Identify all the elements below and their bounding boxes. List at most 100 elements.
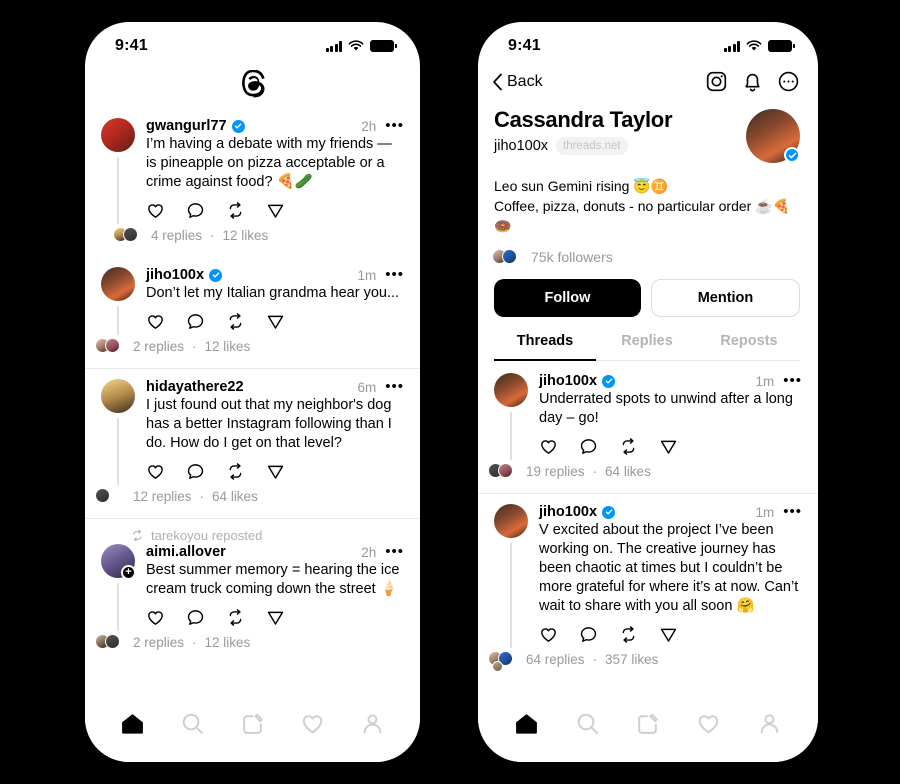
- share-icon[interactable]: [266, 312, 285, 331]
- like-icon[interactable]: [146, 201, 165, 220]
- post-footer[interactable]: 2 replies · 12 likes: [95, 631, 404, 660]
- like-icon[interactable]: [146, 312, 165, 331]
- likes-count[interactable]: 12 likes: [205, 635, 251, 650]
- threads-logo-icon[interactable]: [85, 64, 420, 108]
- repost-icon[interactable]: [226, 608, 245, 627]
- search-icon[interactable]: [575, 711, 600, 736]
- post-more-icon[interactable]: •••: [783, 504, 802, 519]
- follow-button[interactable]: Follow: [494, 279, 641, 317]
- home-icon[interactable]: [120, 711, 145, 736]
- comment-icon[interactable]: [186, 462, 205, 481]
- like-icon[interactable]: [539, 625, 558, 644]
- repost-icon[interactable]: [619, 437, 638, 456]
- comment-icon[interactable]: [579, 625, 598, 644]
- comment-icon[interactable]: [186, 608, 205, 627]
- share-icon[interactable]: [659, 437, 678, 456]
- likes-count[interactable]: 64 likes: [605, 464, 651, 479]
- avatar[interactable]: [101, 379, 135, 413]
- profile-icon[interactable]: [757, 711, 782, 736]
- bell-icon[interactable]: [741, 70, 764, 93]
- feed-list[interactable]: gwangurl77 2h ••• I’m having a debate wi…: [85, 108, 420, 701]
- avatar[interactable]: [494, 504, 528, 538]
- post-username[interactable]: aimi.allover: [146, 544, 226, 560]
- post-footer[interactable]: 4 replies · 12 likes: [95, 224, 404, 253]
- likes-count[interactable]: 12 likes: [223, 228, 269, 243]
- post-more-icon[interactable]: •••: [385, 379, 404, 394]
- post-footer[interactable]: 2 replies · 12 likes: [95, 335, 404, 364]
- network-chip[interactable]: threads.net: [556, 137, 628, 155]
- replies-count[interactable]: 12 replies: [133, 489, 192, 504]
- status-icons: [325, 40, 397, 52]
- repost-icon[interactable]: [226, 201, 245, 220]
- post-item[interactable]: jiho100x 1m ••• Don’t let my Italian gra…: [85, 257, 420, 368]
- post-item[interactable]: jiho100x 1m ••• Underrated spots to unwi…: [478, 361, 818, 493]
- share-icon[interactable]: [659, 625, 678, 644]
- post-more-icon[interactable]: •••: [783, 373, 802, 388]
- handle-row: jiho100x threads.net: [494, 137, 672, 155]
- post-username[interactable]: jiho100x: [146, 267, 204, 283]
- compose-icon[interactable]: [240, 711, 265, 736]
- search-icon[interactable]: [180, 711, 205, 736]
- post-more-icon[interactable]: •••: [385, 118, 404, 133]
- comment-icon[interactable]: [186, 312, 205, 331]
- facepile: [113, 226, 143, 244]
- mention-button[interactable]: Mention: [651, 279, 800, 317]
- facepile: [95, 337, 125, 355]
- post-username[interactable]: gwangurl77: [146, 118, 227, 134]
- repost-icon[interactable]: [619, 625, 638, 644]
- post-item[interactable]: gwangurl77 2h ••• I’m having a debate wi…: [85, 108, 420, 257]
- followers-count[interactable]: 75k followers: [531, 249, 613, 265]
- replies-count[interactable]: 2 replies: [133, 635, 184, 650]
- replies-count[interactable]: 19 replies: [526, 464, 585, 479]
- likes-count[interactable]: 64 likes: [212, 489, 258, 504]
- like-icon[interactable]: [146, 462, 165, 481]
- post-more-icon[interactable]: •••: [385, 267, 404, 282]
- activity-icon[interactable]: [300, 711, 325, 736]
- post-item[interactable]: tarekoyou reposted + aimi.allover 2h •••…: [85, 518, 420, 664]
- post-footer[interactable]: 12 replies · 64 likes: [95, 485, 404, 514]
- post-item[interactable]: hidayathere22 6m ••• I just found out th…: [85, 368, 420, 518]
- post-more-icon[interactable]: •••: [385, 544, 404, 559]
- post-footer[interactable]: 19 replies · 64 likes: [488, 460, 802, 489]
- likes-count[interactable]: 357 likes: [605, 652, 658, 667]
- profile-bio: Leo sun Gemini rising 😇♊️ Coffee, pizza,…: [494, 176, 800, 236]
- more-circle-icon[interactable]: [777, 70, 800, 93]
- tab-threads[interactable]: Threads: [494, 333, 596, 361]
- home-icon[interactable]: [514, 711, 539, 736]
- wifi-icon: [348, 40, 364, 51]
- share-icon[interactable]: [266, 462, 285, 481]
- post-item[interactable]: jiho100x 1m ••• V excited about the proj…: [478, 493, 818, 681]
- share-icon[interactable]: [266, 608, 285, 627]
- back-button[interactable]: Back: [492, 73, 543, 91]
- post-username[interactable]: jiho100x: [539, 373, 597, 389]
- replies-count[interactable]: 4 replies: [151, 228, 202, 243]
- post-text: I just found out that my neighbor's dog …: [146, 397, 392, 451]
- add-follow-plus-icon[interactable]: +: [121, 565, 136, 580]
- post-username[interactable]: hidayathere22: [146, 379, 244, 395]
- followers-row[interactable]: 75k followers: [492, 248, 800, 266]
- activity-icon[interactable]: [696, 711, 721, 736]
- tab-replies[interactable]: Replies: [596, 333, 698, 360]
- like-icon[interactable]: [146, 608, 165, 627]
- comment-icon[interactable]: [579, 437, 598, 456]
- share-icon[interactable]: [266, 201, 285, 220]
- likes-count[interactable]: 12 likes: [205, 339, 251, 354]
- post-footer[interactable]: 64 replies · 357 likes: [488, 648, 802, 677]
- profile-icon[interactable]: [360, 711, 385, 736]
- tab-reposts[interactable]: Reposts: [698, 333, 800, 360]
- avatar[interactable]: [494, 373, 528, 407]
- profile-feed-list[interactable]: jiho100x 1m ••• Underrated spots to unwi…: [478, 361, 818, 701]
- replies-count[interactable]: 64 replies: [526, 652, 585, 667]
- repost-icon[interactable]: [226, 462, 245, 481]
- profile-header: Back: [478, 64, 818, 103]
- instagram-icon[interactable]: [705, 70, 728, 93]
- like-icon[interactable]: [539, 437, 558, 456]
- post-username[interactable]: jiho100x: [539, 504, 597, 520]
- avatar[interactable]: [746, 109, 800, 163]
- compose-icon[interactable]: [635, 711, 660, 736]
- repost-icon[interactable]: [226, 312, 245, 331]
- avatar[interactable]: [101, 267, 135, 301]
- replies-count[interactable]: 2 replies: [133, 339, 184, 354]
- comment-icon[interactable]: [186, 201, 205, 220]
- avatar[interactable]: [101, 118, 135, 152]
